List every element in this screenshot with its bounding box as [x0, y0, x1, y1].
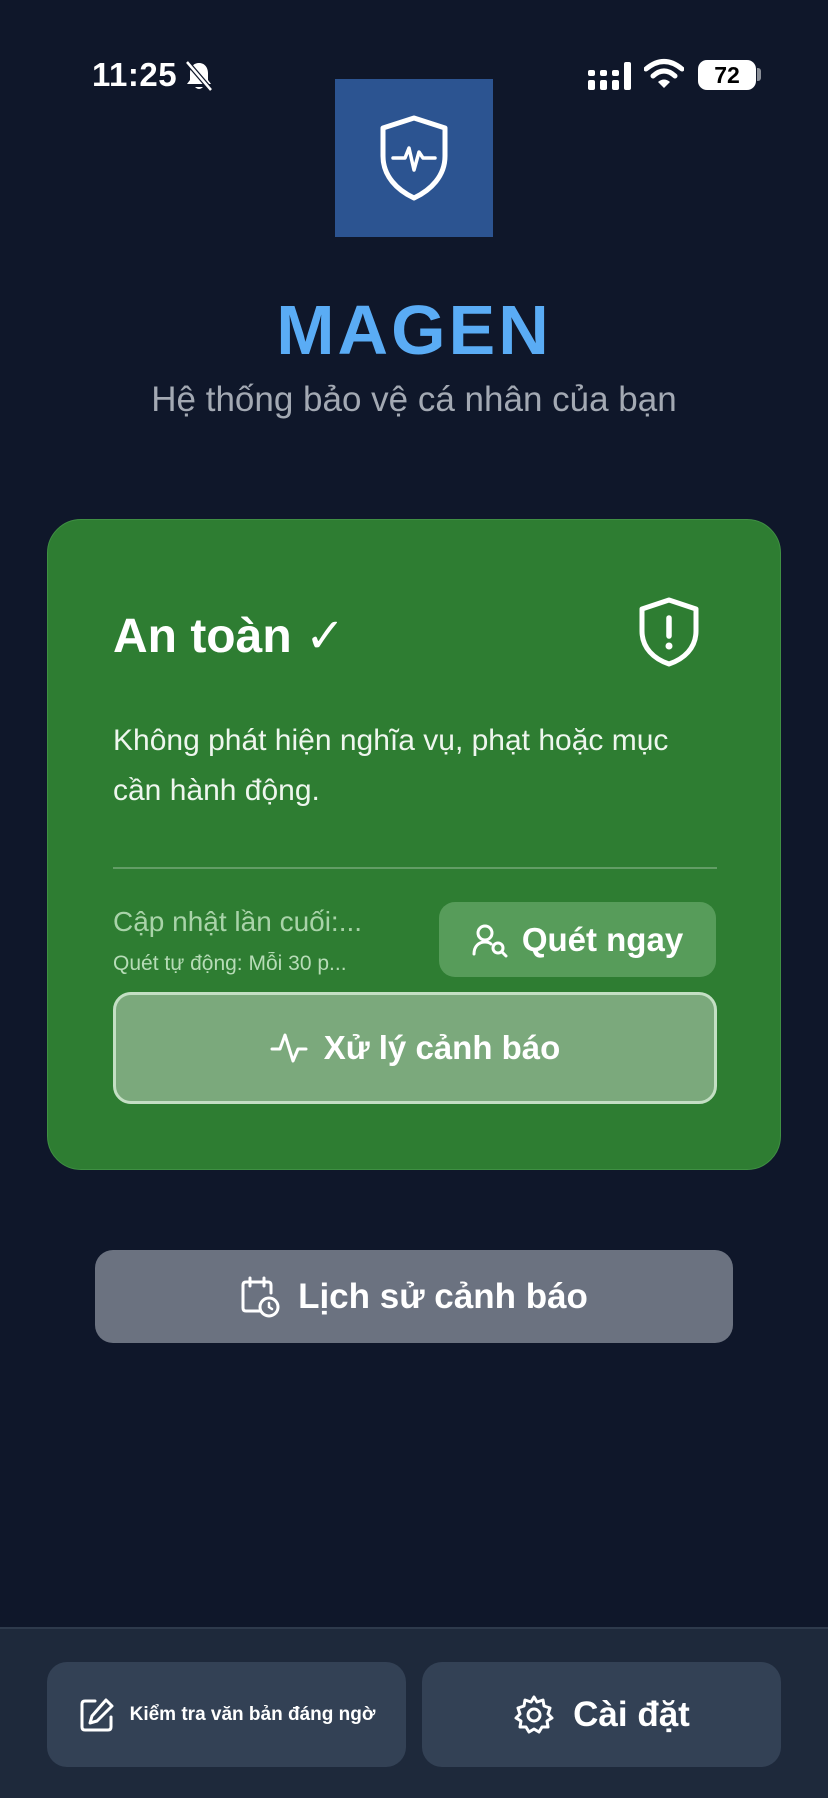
user-search-icon	[472, 922, 508, 958]
handle-alert-label: Xử lý cảnh báo	[323, 1029, 561, 1066]
calendar-clock-icon	[240, 1276, 280, 1318]
alert-history-label: Lịch sử cảnh báo	[298, 1276, 588, 1316]
card-divider	[113, 867, 717, 869]
last-updated-text: Cập nhật lần cuối:...	[113, 906, 363, 937]
status-time: 11:25	[92, 56, 178, 93]
check-suspicious-text-button[interactable]: Kiểm tra văn bản đáng ngờ	[47, 1662, 406, 1767]
scan-now-button[interactable]: Quét ngay	[439, 902, 716, 977]
app-logo	[335, 79, 493, 237]
status-heading: An toàn ✓	[113, 610, 346, 663]
battery-icon: 72	[698, 60, 756, 90]
activity-icon	[270, 1029, 308, 1067]
shield-heartbeat-icon	[380, 115, 448, 201]
battery-tip	[757, 68, 761, 81]
gear-icon	[513, 1694, 555, 1736]
check-suspicious-text-label: Kiểm tra văn bản đáng ngờ	[129, 1703, 376, 1725]
edit-icon	[78, 1696, 116, 1734]
status-card: An toàn ✓ Không phát hiện nghĩa vụ, phạt…	[47, 519, 781, 1170]
bottom-bar: Kiểm tra văn bản đáng ngờ Cài đặt	[0, 1627, 828, 1798]
shield-alert-icon	[636, 596, 702, 668]
settings-label: Cài đặt	[573, 1694, 690, 1734]
wifi-icon	[644, 58, 684, 90]
app-subtitle: Hệ thống bảo vệ cá nhân của bạn	[151, 380, 677, 419]
auto-scan-text: Quét tự động: Mỗi 30 p...	[113, 952, 347, 975]
settings-button[interactable]: Cài đặt	[422, 1662, 781, 1767]
alert-history-button[interactable]: Lịch sử cảnh báo	[95, 1250, 733, 1343]
status-message: Không phát hiện nghĩa vụ, phạt hoặc mục …	[113, 724, 669, 807]
scan-now-label: Quét ngay	[521, 920, 684, 958]
signal-icon	[588, 62, 632, 90]
app-title: MAGEN	[276, 291, 552, 369]
bell-off-icon	[184, 60, 214, 92]
handle-alert-button[interactable]: Xử lý cảnh báo	[113, 992, 717, 1104]
